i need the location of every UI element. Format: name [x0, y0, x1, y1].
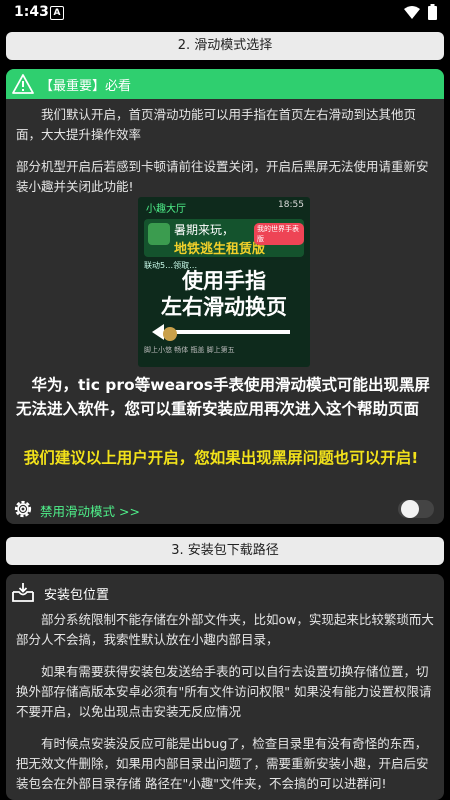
download-path-card: 安装包位置 部分系统限制不能存储在外部文件夹，比如ow，实现起来比较繁琐而大部分…: [6, 574, 444, 800]
swipe-demo-screenshot: 小趣大厅 18:55 暑期来玩， 地铁逃生租赁版 我的世界手表版 联动5…领取……: [138, 197, 310, 367]
inbox-tray-icon: [12, 583, 34, 602]
warning-bar: 【最重要】必看: [6, 69, 444, 99]
status-bar: 1:43 A: [0, 0, 450, 26]
status-time: 1:43: [14, 4, 49, 20]
disable-slide-row[interactable]: 禁用滑动模式 >>: [6, 496, 444, 522]
demo-banner-line1: 暑期来玩，: [174, 223, 235, 237]
download-path-heading: 安装包位置: [12, 580, 412, 604]
slide-mode-toggle[interactable]: [398, 500, 434, 518]
app-notification-icon: A: [50, 6, 64, 20]
slide-mode-card: 【最重要】必看 我们默认开启，首页滑动功能可以用手指在首页左右滑动到达其他页面，…: [6, 69, 444, 524]
demo-time: 18:55: [278, 200, 304, 210]
warning-icon: [12, 74, 34, 94]
swipe-arrow-icon: [152, 324, 290, 341]
troubleshoot-paragraph: 有时候点安装没反应可能是出bug了，检查目录里有没有奇怪的东西，把无效文件删除，…: [16, 736, 429, 791]
wifi-icon: [404, 6, 420, 19]
demo-app-title: 小趣大厅: [146, 204, 186, 215]
storage-paragraph: 部分系统限制不能存储在外部文件夹，比如ow，实现起来比较繁琐而大部分人不会搞，我…: [16, 612, 434, 647]
gear-icon: [14, 500, 32, 518]
section-header-download-path: 3. 安装包下载路径: [6, 537, 444, 565]
section-header-slide-mode: 2. 滑动模式选择: [6, 32, 444, 60]
download-path-title: 安装包位置: [44, 588, 110, 603]
demo-banner-badge: 我的世界手表版: [254, 223, 304, 245]
game-icon: [148, 223, 170, 245]
lag-paragraph: 部分机型开启后若感到卡顿请前往设置关闭，开启后黑屏无法使用请重新安装小趣并关闭此…: [16, 159, 429, 194]
battery-icon: [428, 4, 437, 20]
intro-paragraph: 我们默认开启，首页滑动功能可以用手指在首页左右滑动到达其他页面，大大提升操作效率: [16, 107, 417, 142]
disable-slide-label[interactable]: 禁用滑动模式 >>: [40, 501, 140, 520]
demo-overlay-line2: 左右滑动换页: [161, 295, 287, 319]
warning-label: 【最重要】必看: [40, 79, 132, 94]
demo-apps-row: 脚上小悠 畅体 瓶盖 脚上第五: [144, 346, 235, 354]
recommend-paragraph: 我们建议以上用户开启，您如果出现黑屏问题也可以开启!: [23, 449, 419, 467]
permission-paragraph: 如果有需要获得安装包发送给手表的可以自行去设置切换存储位置，切换外部存储高版本安…: [16, 664, 432, 719]
demo-banner: 暑期来玩， 地铁逃生租赁版 我的世界手表版: [144, 219, 304, 257]
demo-banner-line2: 地铁逃生租赁版: [174, 242, 266, 257]
toggle-knob: [401, 500, 419, 518]
wearos-paragraph: 华为，tic pro等wearos手表使用滑动模式可能出现黑屏无法进入软件，您可…: [16, 376, 431, 418]
